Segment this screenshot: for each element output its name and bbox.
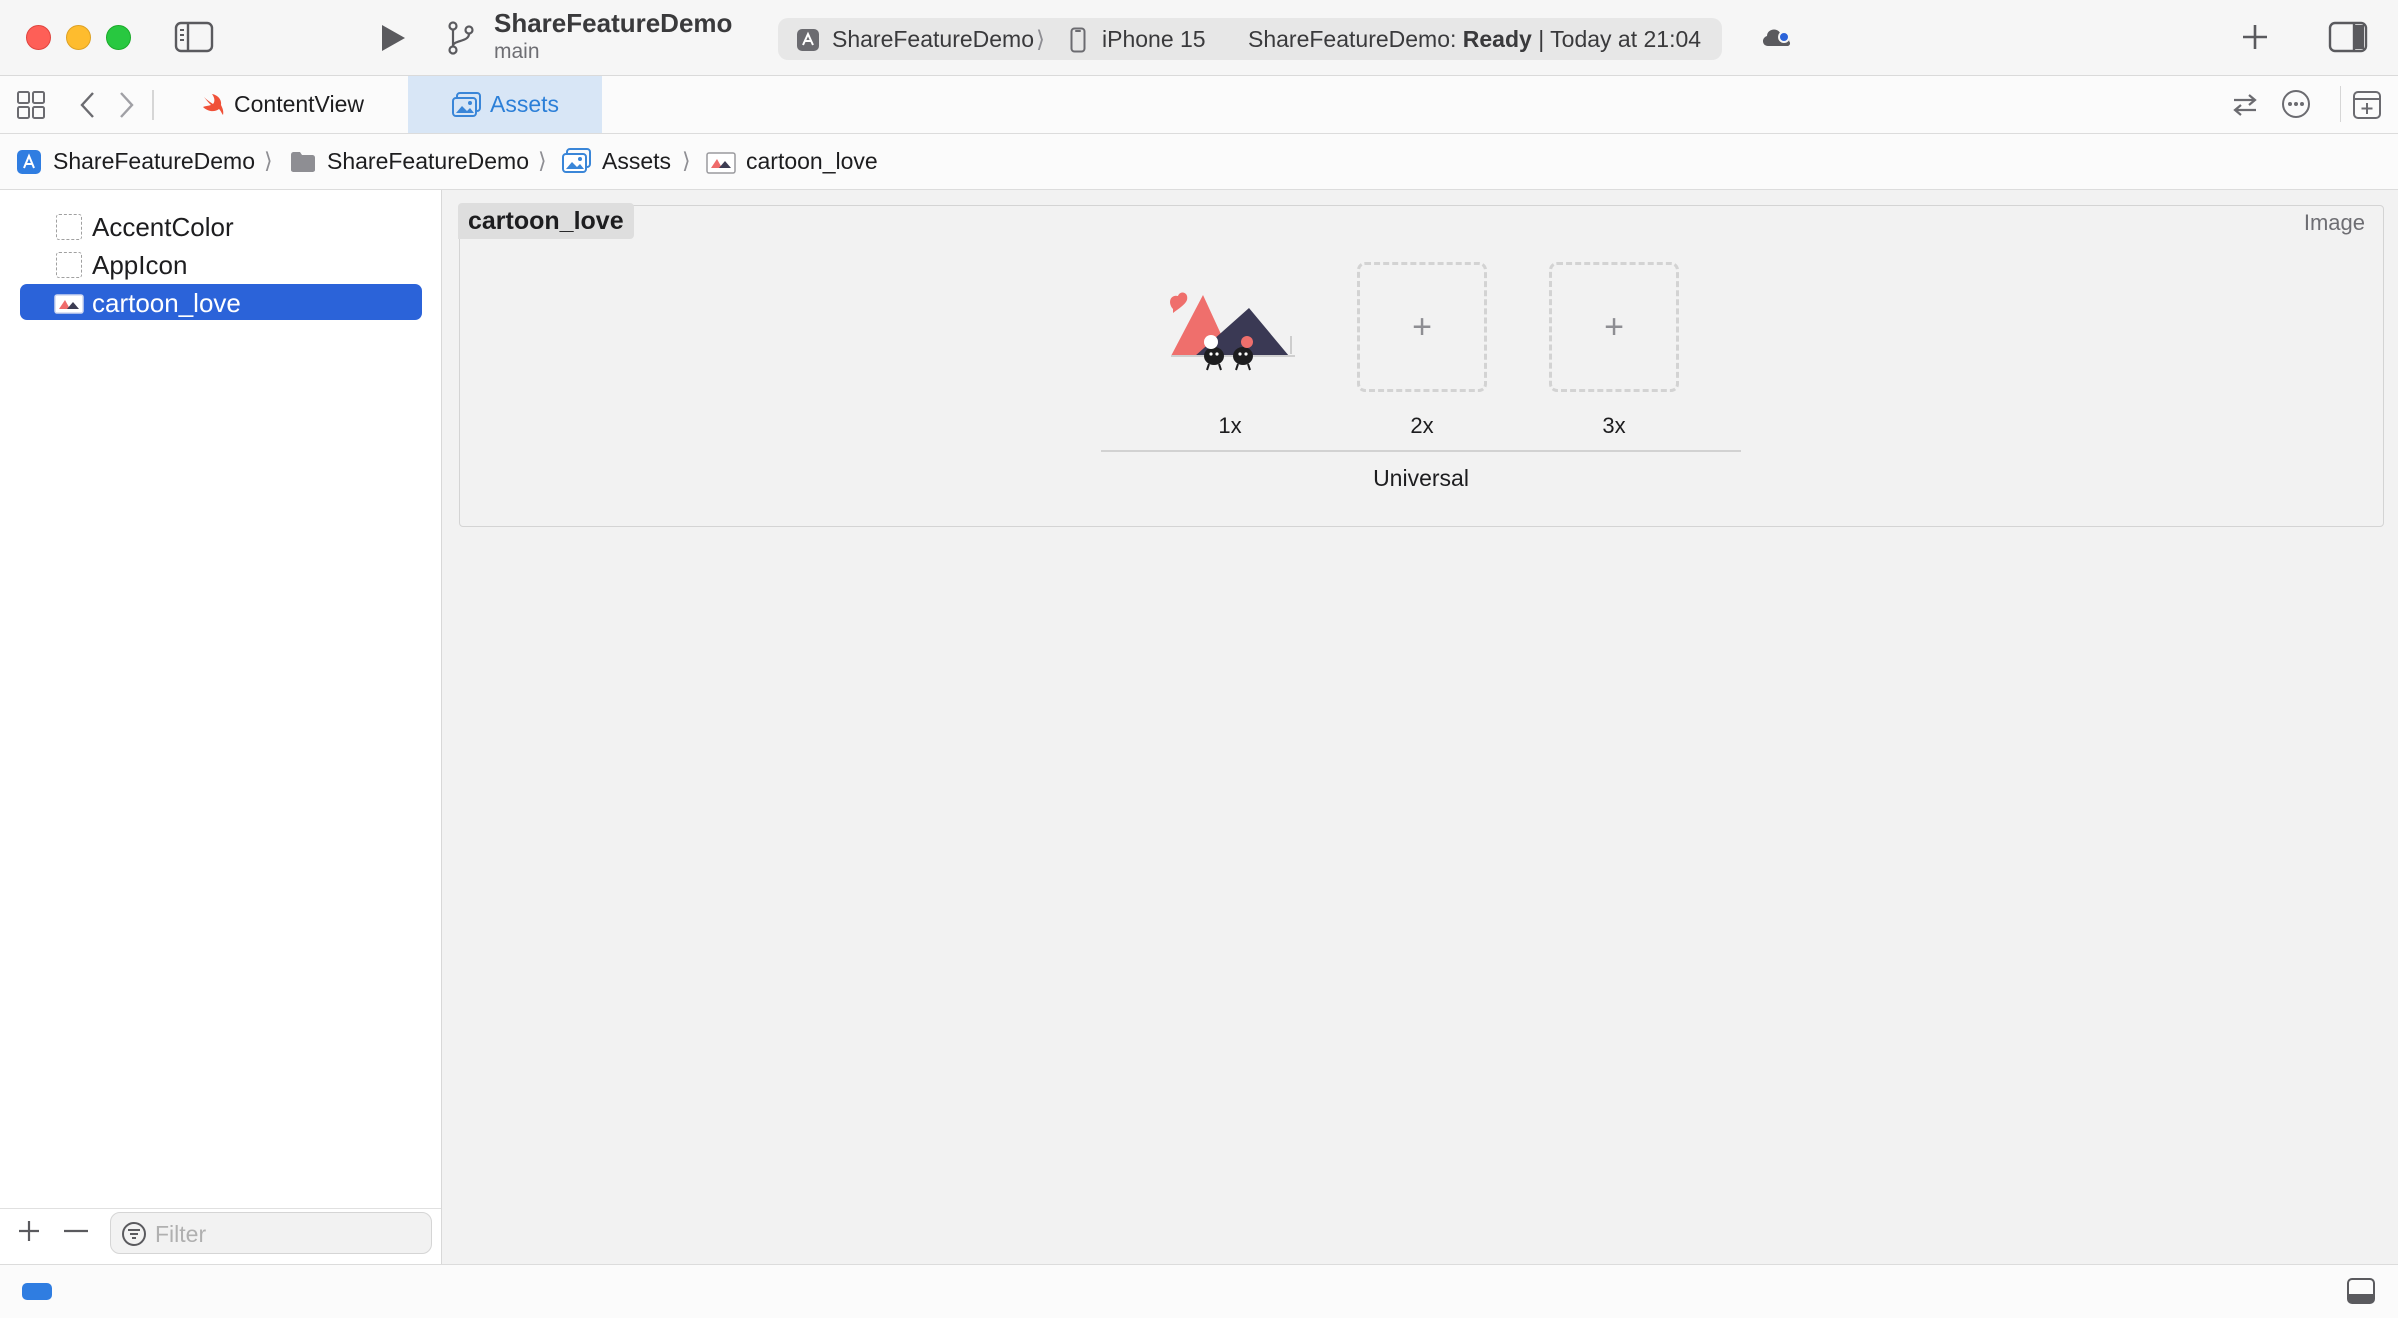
breadcrumb-item-assets[interactable]: Assets (602, 148, 671, 175)
cartoon-love-image-icon (1170, 292, 1295, 371)
add-image-plus: + (1412, 307, 1432, 346)
zoom-window-button[interactable] (106, 25, 131, 50)
close-window-button[interactable] (26, 25, 51, 50)
image-slot-3x[interactable]: + (1549, 262, 1679, 392)
image-slot-2x[interactable]: + (1357, 262, 1487, 392)
app-target-icon (796, 28, 820, 52)
asset-kind-label: Image (2303, 210, 2365, 235)
list-item-cartoon-love[interactable]: cartoon_love (20, 284, 422, 320)
remove-asset-button[interactable] (62, 1218, 90, 1244)
inspector-toggle-icon[interactable] (2328, 20, 2368, 54)
sidebar-toggle-icon[interactable] (174, 20, 214, 54)
slot-scale-label: 3x (1602, 413, 1626, 438)
minus-icon (64, 1229, 88, 1233)
asset-navigator: AccentColor AppIcon cartoon_love (0, 190, 442, 1264)
tab-label: ContentView (234, 91, 364, 117)
run-button[interactable] (378, 22, 408, 54)
asset-catalog-icon (452, 92, 482, 118)
project-name[interactable]: ShareFeatureDemo (494, 8, 732, 39)
list-item-appicon[interactable]: AppIcon (20, 246, 422, 282)
activity-view[interactable]: ShareFeatureDemo ⟩ iPhone 15 ShareFeatur… (778, 18, 1722, 60)
add-editor-icon[interactable] (2352, 90, 2382, 120)
slot-scale-label: 1x (1218, 413, 1242, 438)
run-destination-selector[interactable]: iPhone 15 (1102, 26, 1206, 53)
tab-divider (152, 90, 154, 120)
window-toolbar: ShareFeatureDemo main ShareFeatureDemo ⟩… (0, 0, 2398, 76)
tab-assets[interactable]: Assets (408, 76, 602, 133)
branch-name[interactable]: main (494, 40, 540, 64)
build-status-time: | Today at 21:04 (1538, 26, 1702, 52)
add-asset-button[interactable] (16, 1218, 42, 1244)
filter-field[interactable] (110, 1212, 432, 1254)
tab-divider (2340, 86, 2341, 122)
swift-icon (200, 92, 226, 118)
editor-tab-bar: ContentView Assets (0, 76, 2398, 134)
image-slot-1x[interactable] (1165, 262, 1295, 392)
cloud-status-icon[interactable] (1760, 24, 1794, 50)
debug-status-bar (0, 1264, 2398, 1318)
breadcrumb: ShareFeatureDemo ⟩ ShareFeatureDemo ⟩ As… (0, 134, 2398, 190)
filter-icon (121, 1221, 147, 1247)
list-item-label: AccentColor (92, 212, 234, 242)
debug-area-toggle-icon[interactable] (2346, 1277, 2376, 1305)
breadcrumb-item-image[interactable]: cartoon_love (746, 148, 878, 175)
review-changes-icon[interactable] (2230, 90, 2260, 120)
image-set-icon (706, 152, 736, 174)
back-chevron-icon[interactable] (78, 90, 98, 120)
breadcrumb-separator-icon: ⟩ (682, 148, 691, 173)
forward-chevron-icon[interactable] (116, 90, 136, 120)
list-item-label: cartoon_love (92, 288, 241, 318)
source-control-branch-icon[interactable] (446, 20, 476, 56)
build-status: ShareFeatureDemo: Ready | Today at 21:04 (1248, 26, 1701, 53)
grid-icon[interactable] (16, 90, 46, 120)
asset-catalog-icon (562, 148, 592, 174)
iphone-icon (1070, 27, 1086, 53)
tab-label: Assets (490, 91, 560, 117)
more-options-icon[interactable] (2280, 88, 2312, 120)
navigator-divider (0, 1208, 441, 1209)
library-add-icon[interactable] (2240, 22, 2270, 52)
breadcrumb-separator-icon: ⟩ (538, 148, 547, 173)
app-icon-set-icon (56, 252, 82, 278)
folder-icon (290, 151, 316, 173)
asset-name-label[interactable]: cartoon_love (458, 203, 634, 239)
idiom-divider (1101, 450, 1741, 452)
add-image-plus: + (1604, 307, 1624, 346)
image-set-icon (54, 294, 84, 314)
slot-scale-label: 2x (1410, 413, 1434, 438)
breadcrumb-separator-icon: ⟩ (264, 148, 273, 173)
minimize-window-button[interactable] (66, 25, 91, 50)
breadcrumb-item-project[interactable]: ShareFeatureDemo (53, 148, 255, 175)
scheme-chevron-icon: ⟩ (1036, 26, 1045, 52)
list-item-accentcolor[interactable]: AccentColor (20, 208, 422, 244)
play-icon (382, 25, 405, 51)
color-set-icon (56, 214, 82, 240)
breadcrumb-item-folder[interactable]: ShareFeatureDemo (327, 148, 529, 175)
plus-icon (19, 1221, 39, 1241)
filter-input[interactable] (153, 1219, 417, 1249)
list-item-label: AppIcon (92, 250, 188, 280)
scheme-selector[interactable]: ShareFeatureDemo (832, 26, 1034, 53)
build-status-prefix: ShareFeatureDemo: (1248, 26, 1457, 52)
xcode-project-icon (16, 149, 42, 175)
breakpoint-toggle-icon[interactable] (22, 1283, 52, 1300)
idiom-label: Universal (1373, 465, 1469, 491)
tab-contentview[interactable]: ContentView (188, 76, 408, 133)
build-status-state: Ready (1462, 26, 1532, 52)
